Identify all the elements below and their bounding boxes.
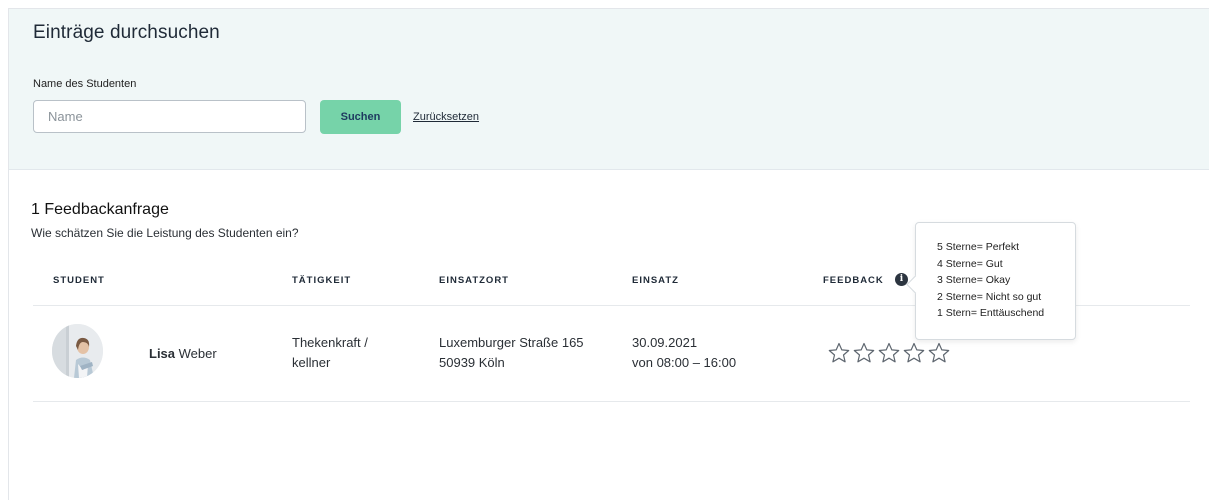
tooltip-line: 4 Sterne= Gut — [937, 257, 1003, 270]
search-panel: Einträge durchsuchen Name des Studenten … — [9, 9, 1209, 170]
feedback-rating — [827, 341, 951, 365]
location-city: 50939 Köln — [439, 355, 505, 370]
page-frame: Einträge durchsuchen Name des Studenten … — [8, 8, 1209, 500]
column-header-feedback: FEEDBACK — [823, 275, 884, 286]
location-street: Luxemburger Straße 165 — [439, 335, 584, 350]
tooltip-arrow — [906, 275, 925, 294]
tooltip-line: 1 Stern= Enttäuschend — [937, 307, 1045, 319]
reset-link[interactable]: Zurücksetzen — [413, 111, 479, 123]
avatar — [52, 324, 103, 378]
search-title: Einträge durchsuchen — [33, 22, 220, 43]
location-cell: Luxemburger Straße 165 50939 Köln — [439, 333, 584, 373]
table-row-divider — [33, 401, 1190, 402]
results-subtitle: Wie schätzen Sie die Leistung des Studen… — [31, 226, 299, 240]
student-photo — [52, 324, 103, 378]
star-5-icon[interactable] — [927, 341, 951, 365]
star-1-icon[interactable] — [827, 341, 851, 365]
student-first-name: Lisa — [149, 346, 176, 361]
star-2-icon[interactable] — [852, 341, 876, 365]
tooltip-line: 3 Sterne= Okay — [937, 274, 1011, 286]
results-title: 1 Feedbackanfrage — [31, 201, 169, 218]
activity-line-1: Thekenkraft / — [292, 335, 368, 350]
assignment-cell: 30.09.2021 von 08:00 – 16:00 — [632, 333, 736, 373]
star-4-icon[interactable] — [902, 341, 926, 365]
activity-line-2: kellner — [292, 355, 331, 370]
star-3-icon[interactable] — [877, 341, 901, 365]
rating-legend-tooltip: 5 Sterne= Perfekt 4 Sterne= Gut 3 Sterne… — [906, 222, 1076, 340]
column-header-location: EINSATZORT — [439, 275, 509, 286]
activity-cell: Thekenkraft / kellner — [292, 333, 368, 373]
tooltip-line: 2 Sterne= Nicht so gut — [937, 290, 1042, 303]
column-header-assignment: EINSATZ — [632, 275, 679, 286]
student-name-label: Name des Studenten — [33, 78, 137, 90]
student-name-input[interactable] — [33, 100, 306, 133]
search-button[interactable]: Suchen — [320, 100, 401, 134]
student-name: Lisa Weber — [149, 344, 217, 364]
column-header-activity: TÄTIGKEIT — [292, 275, 352, 286]
assignment-date: 30.09.2021 — [632, 335, 698, 350]
assignment-time: von 08:00 – 16:00 — [632, 355, 737, 370]
student-last-name: Weber — [178, 346, 217, 361]
tooltip-line: 5 Sterne= Perfekt — [937, 241, 1020, 253]
column-header-student: STUDENT — [53, 275, 105, 286]
